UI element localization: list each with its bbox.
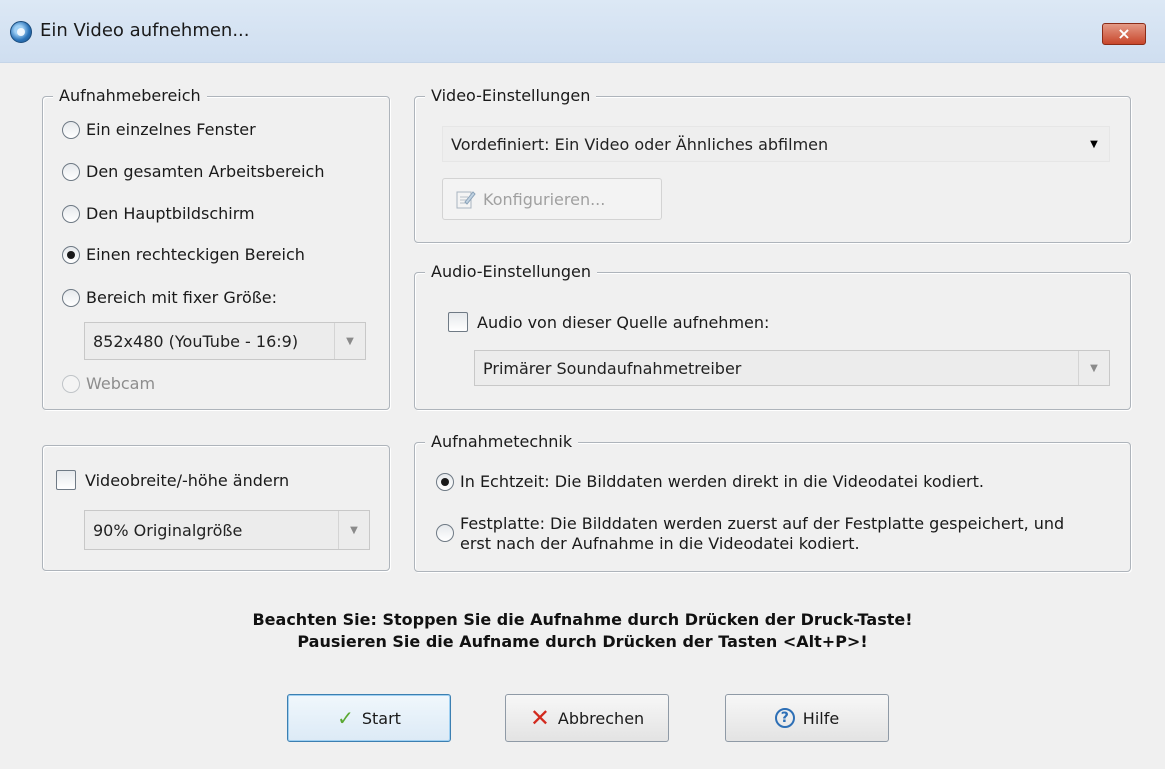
fixed-size-select[interactable]: 852x480 (YouTube - 16:9) ▼ — [84, 322, 366, 360]
radio-label: Festplatte: Die Bilddaten werden zuerst … — [460, 514, 1064, 554]
audio-settings-group: Audio-Einstellungen — [414, 262, 1131, 410]
radio-label-line2: erst nach der Aufnahme in die Videodatei… — [460, 534, 860, 553]
record-video-dialog: Ein Video aufnehmen... × Aufnahmebereich… — [0, 0, 1165, 769]
radio-whole-workspace[interactable]: Den gesamten Arbeitsbereich — [62, 162, 325, 181]
audio-checkbox[interactable] — [448, 312, 468, 332]
cancel-button[interactable]: ✕ Abbrechen — [505, 694, 669, 742]
resize-checkbox-row[interactable]: Videobreite/-höhe ändern — [56, 470, 289, 490]
radio-button-selected[interactable] — [62, 245, 80, 264]
help-button[interactable]: ? Hilfe — [725, 694, 889, 742]
close-x-icon: ✕ — [529, 704, 550, 732]
video-settings-group: Video-Einstellungen — [414, 86, 1131, 243]
radio-label: Einen rechteckigen Bereich — [86, 245, 305, 264]
radio-button[interactable] — [62, 288, 80, 307]
radio-webcam: Webcam — [62, 374, 155, 393]
resize-percent-select[interactable]: 90% Originalgröße ▼ — [84, 510, 370, 550]
radio-button[interactable] — [62, 204, 80, 223]
radio-label: Den Hauptbildschirm — [86, 204, 255, 223]
radio-realtime[interactable]: In Echtzeit: Die Bilddaten werden direkt… — [436, 472, 984, 491]
radio-main-screen[interactable]: Den Hauptbildschirm — [62, 204, 255, 223]
notice-line-1: Beachten Sie: Stoppen Sie die Aufnahme d… — [252, 610, 913, 629]
cancel-button-label: Abbrechen — [557, 708, 645, 728]
radio-label-line1: Festplatte: Die Bilddaten werden zuerst … — [460, 514, 1065, 533]
radio-label: Bereich mit fixer Größe: — [86, 288, 278, 307]
chevron-down-icon[interactable]: ▼ — [334, 323, 365, 359]
chevron-down-icon[interactable]: ▼ — [1078, 351, 1109, 385]
radio-label: Ein einzelnes Fenster — [86, 120, 256, 139]
chevron-down-icon[interactable]: ▼ — [1079, 127, 1109, 161]
resize-group — [42, 445, 390, 571]
window-title: Ein Video aufnehmen... — [40, 20, 250, 41]
resize-checkbox-label: Videobreite/-höhe ändern — [85, 470, 290, 490]
chevron-down-icon[interactable]: ▼ — [338, 511, 369, 549]
audio-checkbox-label: Audio von dieser Quelle aufnehmen: — [477, 312, 770, 332]
radio-button[interactable] — [62, 162, 80, 181]
configure-button: Konfigurieren... — [442, 178, 662, 220]
recording-technique-legend: Aufnahmetechnik — [425, 432, 579, 451]
radio-label: Den gesamten Arbeitsbereich — [86, 162, 325, 181]
radio-rectangular-area[interactable]: Einen rechteckigen Bereich — [62, 245, 305, 264]
configure-button-label: Konfigurieren... — [483, 189, 606, 209]
help-question-icon: ? — [774, 708, 795, 728]
resize-checkbox[interactable] — [56, 470, 76, 490]
video-preset-select[interactable]: Vordefiniert: Ein Video oder Ähnliches a… — [442, 126, 1110, 162]
resize-percent-value: 90% Originalgröße — [93, 520, 243, 540]
audio-source-select[interactable]: Primärer Soundaufnahmetreiber ▼ — [474, 350, 1110, 386]
fixed-size-value: 852x480 (YouTube - 16:9) — [93, 331, 299, 351]
radio-button-selected[interactable] — [436, 472, 454, 491]
audio-checkbox-row[interactable]: Audio von dieser Quelle aufnehmen: — [448, 312, 769, 332]
app-logo-icon — [10, 21, 32, 43]
help-button-label: Hilfe — [802, 708, 840, 728]
checkmark-icon: ✓ — [337, 706, 354, 730]
radio-single-window[interactable]: Ein einzelnes Fenster — [62, 120, 256, 139]
radio-fixed-size[interactable]: Bereich mit fixer Größe: — [62, 288, 277, 307]
start-button-label: Start — [361, 708, 401, 728]
radio-button[interactable] — [62, 120, 80, 139]
radio-harddisk[interactable]: Festplatte: Die Bilddaten werden zuerst … — [436, 514, 1064, 554]
audio-settings-legend: Audio-Einstellungen — [425, 262, 598, 281]
radio-button[interactable] — [436, 524, 454, 542]
radio-label: Webcam — [86, 374, 156, 393]
capture-area-legend: Aufnahmebereich — [53, 86, 207, 105]
radio-label: In Echtzeit: Die Bilddaten werden direkt… — [460, 472, 984, 491]
notice-line-2: Pausieren Sie die Aufname durch Drücken … — [297, 632, 868, 651]
start-button[interactable]: ✓ Start — [287, 694, 451, 742]
video-settings-legend: Video-Einstellungen — [425, 86, 597, 105]
video-preset-value: Vordefiniert: Ein Video oder Ähnliches a… — [451, 134, 829, 154]
radio-button-disabled — [62, 374, 80, 393]
audio-source-value: Primärer Soundaufnahmetreiber — [483, 358, 742, 378]
edit-settings-icon — [456, 191, 476, 209]
title-bar: Ein Video aufnehmen... × — [0, 0, 1165, 63]
close-button[interactable]: × — [1102, 23, 1146, 45]
